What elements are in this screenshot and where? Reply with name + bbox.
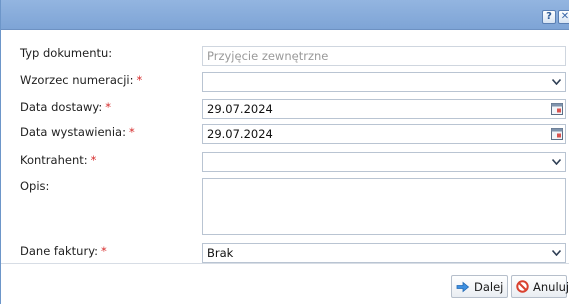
- opis-textarea[interactable]: [202, 178, 566, 235]
- dane-faktury-label: Dane faktury: *: [20, 244, 107, 258]
- wzorzec-numeracji-select[interactable]: [202, 72, 566, 92]
- data-dostawy-label: Data dostawy: *: [20, 100, 111, 114]
- typ-dokumentu-label: Typ dokumentu:: [20, 46, 113, 60]
- required-mark: *: [128, 125, 135, 139]
- data-dostawy-value: 29.07.2024: [207, 102, 273, 116]
- arrow-right-icon: [456, 281, 470, 293]
- calendar-icon[interactable]: [548, 100, 565, 118]
- opis-label: Opis:: [20, 179, 50, 193]
- required-mark: *: [105, 100, 111, 114]
- required-mark: *: [101, 244, 107, 258]
- typ-dokumentu-value: Przyjęcie zewnętrzne: [207, 49, 329, 63]
- help-button[interactable]: ?: [542, 10, 556, 24]
- data-wystawienia-label: Data wystawienia: *: [20, 125, 135, 139]
- data-wystawienia-input[interactable]: 29.07.2024: [202, 124, 566, 144]
- chevron-down-icon[interactable]: [548, 73, 565, 91]
- next-button[interactable]: Dalej: [451, 275, 508, 298]
- data-wystawienia-value: 29.07.2024: [207, 127, 273, 141]
- wzorzec-numeracji-label: Wzorzec numeracji: *: [20, 73, 143, 87]
- close-button[interactable]: ✕: [558, 10, 569, 24]
- dane-faktury-value: Brak: [207, 246, 234, 260]
- kontrahent-select[interactable]: [202, 152, 566, 172]
- footer-divider: [1, 263, 569, 264]
- next-label: Dalej: [474, 279, 504, 294]
- calendar-icon[interactable]: [548, 125, 565, 143]
- cancel-label: Anuluj: [533, 279, 569, 294]
- kontrahent-label: Kontrahent: *: [20, 153, 97, 167]
- required-mark: *: [136, 73, 143, 87]
- cancel-icon: [516, 280, 529, 293]
- data-dostawy-input[interactable]: 29.07.2024: [202, 99, 566, 119]
- dialog: ? ✕ Typ dokumentu: Przyjęcie zewnętrzne …: [0, 0, 569, 304]
- chevron-down-icon[interactable]: [548, 244, 565, 262]
- chevron-down-icon[interactable]: [548, 153, 565, 171]
- required-mark: *: [90, 153, 97, 167]
- typ-dokumentu-field: Przyjęcie zewnętrzne: [202, 46, 566, 66]
- cancel-button[interactable]: Anuluj: [511, 275, 569, 298]
- dane-faktury-select[interactable]: Brak: [202, 243, 566, 263]
- dialog-titlebar: ? ✕: [1, 0, 569, 30]
